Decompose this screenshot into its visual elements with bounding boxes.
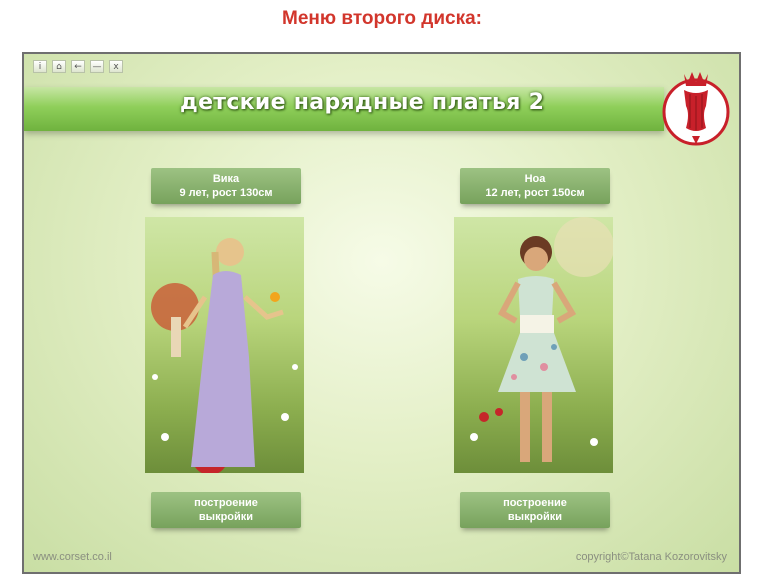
model-photo-vika[interactable]	[145, 217, 304, 473]
build-pattern-button-vika[interactable]: построение выкройки	[151, 492, 301, 528]
photo-illustration	[470, 217, 613, 462]
minimize-icon[interactable]: —	[90, 60, 104, 73]
button-label-line1: построение	[503, 497, 567, 509]
model-info: 9 лет, рост 130см	[179, 187, 273, 199]
button-label-line2: выкройки	[198, 511, 254, 523]
home-icon[interactable]: ⌂	[52, 60, 66, 73]
info-icon[interactable]: i	[33, 60, 47, 73]
model-card-noa: Ноа 12 лет, рост 150см	[460, 168, 610, 204]
window-toolbar: i ⌂ ← — x	[33, 60, 123, 73]
model-name: Ноа	[524, 173, 546, 185]
page-heading: Меню второго диска:	[282, 8, 482, 29]
button-label-line1: построение	[194, 497, 258, 509]
corset-logo[interactable]	[660, 66, 732, 148]
model-photo-noa[interactable]	[454, 217, 613, 473]
banner-title: детские нарядные платья 2	[180, 90, 545, 115]
model-card-vika: Вика 9 лет, рост 130см	[151, 168, 301, 204]
button-label-line2: выкройки	[507, 511, 563, 523]
back-arrow-icon[interactable]: ←	[71, 60, 85, 73]
build-pattern-button-noa[interactable]: построение выкройки	[460, 492, 610, 528]
model-name: Вика	[212, 173, 240, 185]
close-icon[interactable]: x	[109, 60, 123, 73]
photo-illustration	[151, 238, 298, 473]
site-url-link[interactable]: www.corset.co.il	[33, 551, 112, 563]
copyright-text: copyright©Tatana Kozorovitsky	[575, 551, 727, 563]
model-info: 12 лет, рост 150см	[485, 187, 585, 199]
app-window: i ⌂ ← — x детские нарядные платья 2 Вика…	[22, 52, 741, 574]
